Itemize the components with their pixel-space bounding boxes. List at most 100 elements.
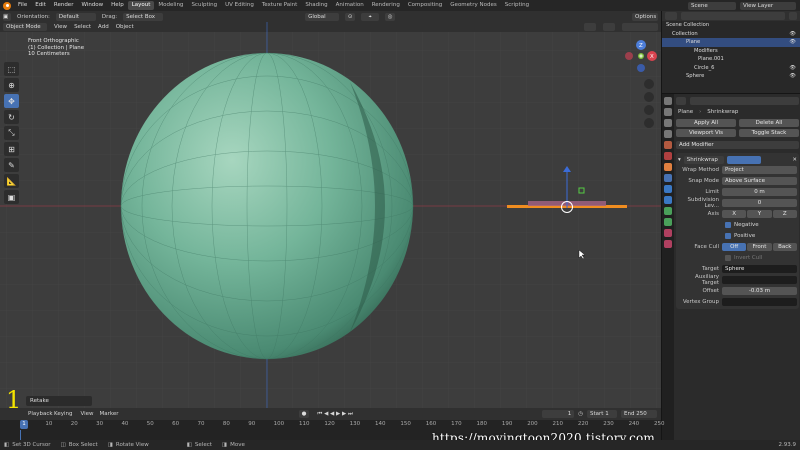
positive-checkbox[interactable] (725, 232, 731, 239)
aux-target-field[interactable] (722, 275, 797, 284)
outliner-row-scene-collection[interactable]: Scene Collection (662, 21, 800, 30)
tab-sculpting[interactable]: Sculpting (187, 1, 221, 10)
outliner-row-modifiers[interactable]: Modifiers (662, 47, 800, 56)
start-frame-field[interactable]: Start 1 (587, 410, 617, 418)
outliner-row-circle[interactable]: Circle_6 👁 (662, 64, 800, 73)
eye-icon[interactable]: 👁 (789, 72, 796, 81)
view-layer-tab-icon[interactable] (664, 130, 672, 138)
scene-tab-icon[interactable] (664, 141, 672, 149)
menu-help[interactable]: Help (107, 0, 128, 11)
invert-cull-checkbox[interactable] (725, 254, 731, 261)
face-cull-front[interactable]: Front (747, 242, 772, 251)
view-layer-selector[interactable]: View Layer (740, 1, 796, 10)
axis-z-toggle[interactable]: Z (772, 209, 797, 218)
delete-all-button[interactable]: Delete All (739, 119, 799, 127)
clock-icon[interactable]: ◷ (578, 411, 583, 417)
blender-logo-icon[interactable] (3, 1, 11, 10)
invert-cull-row[interactable]: Invert Cull (678, 252, 797, 263)
snap-icon[interactable]: ⌖ (361, 12, 380, 21)
menu-file[interactable]: File (14, 0, 31, 11)
eye-icon[interactable]: 👁 (789, 38, 796, 47)
subdiv-label: Subdivision Lev... (687, 196, 719, 209)
toggle-stack-button[interactable]: Toggle Stack (739, 129, 799, 137)
close-icon[interactable]: ✕ (792, 157, 797, 163)
texture-tab-icon[interactable] (664, 240, 672, 248)
orientation-select[interactable]: Default (55, 12, 96, 21)
face-cull-off[interactable]: Off (722, 242, 747, 251)
face-cull-back[interactable]: Back (772, 242, 797, 251)
tab-rendering[interactable]: Rendering (368, 1, 404, 10)
playback-controls[interactable]: ⏮ ◀ ◀ ▶ ▶ ⏭ (317, 411, 353, 418)
menu-window[interactable]: Window (77, 0, 107, 11)
pivot-icon[interactable]: ⊙ (345, 12, 356, 21)
tab-uv-editing[interactable]: UV Editing (221, 1, 258, 10)
snap-mode-select[interactable]: Above Surface (722, 176, 797, 185)
data-tab-icon[interactable] (664, 218, 672, 226)
axis-x-toggle[interactable]: X (722, 209, 747, 218)
record-button[interactable]: ● (298, 410, 310, 418)
menu-edit[interactable]: Edit (31, 0, 50, 11)
end-frame-field[interactable]: End 250 (621, 410, 657, 418)
tab-geometry-nodes[interactable]: Geometry Nodes (446, 1, 500, 10)
offset-field[interactable]: -0.03 m (722, 286, 797, 295)
object-tab-icon[interactable] (664, 163, 672, 171)
options-button[interactable]: Options (632, 12, 658, 21)
material-tab-icon[interactable] (664, 229, 672, 237)
add-modifier-button[interactable]: Add Modifier (676, 141, 799, 149)
axis-y-toggle[interactable]: Y (747, 209, 772, 218)
properties-search-input[interactable] (690, 97, 799, 105)
modifier-tab-icon[interactable] (664, 174, 672, 182)
negative-row[interactable]: Negative (678, 219, 797, 230)
outliner-row-collection[interactable]: Collection 👁 (662, 30, 800, 39)
3d-viewport[interactable]: Object Mode View Select Add Object Front… (0, 22, 661, 408)
tab-texture-paint[interactable]: Texture Paint (258, 1, 302, 10)
tab-compositing[interactable]: Compositing (404, 1, 446, 10)
outliner-row-sphere[interactable]: Sphere 👁 (662, 72, 800, 81)
search-icon[interactable] (676, 97, 686, 105)
tool-tab-icon[interactable] (664, 97, 672, 105)
eye-icon[interactable]: 👁 (789, 30, 796, 39)
menu-playback[interactable]: Playback (28, 411, 53, 417)
target-field[interactable]: Sphere (722, 264, 797, 273)
output-tab-icon[interactable] (664, 119, 672, 127)
playhead[interactable]: 1 (20, 420, 28, 429)
modifier-name-input[interactable]: Shrinkwrap (683, 155, 724, 164)
drag-select[interactable]: Select Box (123, 12, 164, 21)
physics-tab-icon[interactable] (664, 196, 672, 204)
outliner-search-input[interactable] (681, 12, 785, 20)
menu-keying[interactable]: Keying (54, 411, 72, 417)
menu-render[interactable]: Render (50, 0, 78, 11)
apply-all-button[interactable]: Apply All (676, 119, 736, 127)
positive-row[interactable]: Positive (678, 230, 797, 241)
vertex-group-field[interactable] (722, 297, 797, 306)
tool-icon[interactable]: ▣ (3, 12, 11, 21)
outliner-row-plane[interactable]: Plane 👁 (662, 38, 800, 47)
chevron-down-icon[interactable]: ▾ (678, 157, 681, 163)
current-frame-field[interactable]: 1 (542, 410, 575, 418)
wrap-method-select[interactable]: Project (722, 165, 797, 174)
tab-shading[interactable]: Shading (301, 1, 331, 10)
outliner-row-plane001[interactable]: Plane.001 (662, 55, 800, 64)
filter-icon[interactable] (789, 12, 797, 20)
render-tab-icon[interactable] (664, 108, 672, 116)
negative-checkbox[interactable] (725, 221, 731, 228)
tab-animation[interactable]: Animation (332, 1, 368, 10)
modifier-visibility-toggles[interactable] (726, 155, 761, 164)
proportional-icon[interactable]: ◎ (385, 12, 396, 21)
world-tab-icon[interactable] (664, 152, 672, 160)
menu-marker[interactable]: Marker (100, 411, 119, 417)
limit-field[interactable]: 0 m (722, 187, 797, 196)
scene-selector[interactable]: Scene (688, 1, 736, 10)
redo-panel[interactable]: Retake (26, 396, 92, 406)
constraints-tab-icon[interactable] (664, 207, 672, 215)
tab-layout[interactable]: Layout (127, 1, 155, 10)
particles-tab-icon[interactable] (664, 185, 672, 193)
tab-scripting[interactable]: Scripting (501, 1, 533, 10)
viewport-vis-button[interactable]: Viewport Vis (676, 129, 736, 137)
display-mode-icon[interactable] (665, 12, 677, 20)
tab-modeling[interactable]: Modeling (154, 1, 187, 10)
menu-view-timeline[interactable]: View (80, 411, 93, 417)
transform-space-select[interactable]: Global (305, 12, 340, 21)
subdiv-field[interactable]: 0 (722, 198, 797, 207)
eye-icon[interactable]: 👁 (789, 64, 796, 73)
